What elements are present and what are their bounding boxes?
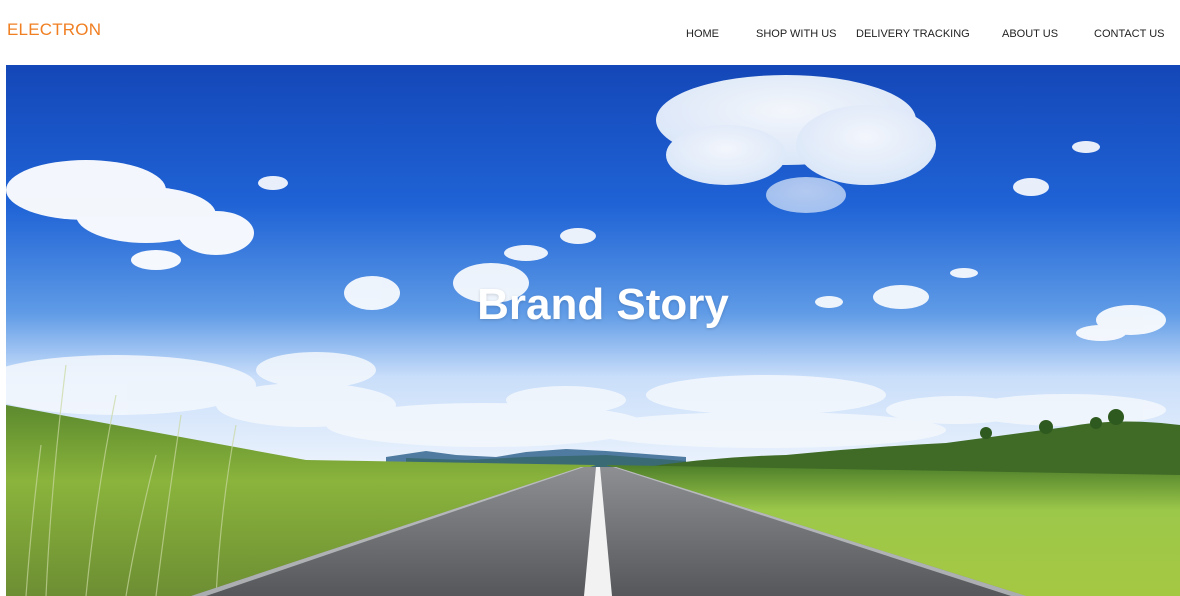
nav-contact-link[interactable]: CONTACT US <box>1094 28 1165 40</box>
hero-title: Brand Story <box>477 280 729 329</box>
nav-delivery-tracking-link[interactable]: DELIVERY TRACKING <box>856 28 970 40</box>
nav-about-link[interactable]: ABOUT US <box>1002 28 1058 40</box>
brand-logo[interactable]: ELECTRON <box>7 20 101 40</box>
hero-banner: Brand Story <box>6 65 1180 596</box>
page: ELECTRON HOME SHOP WITH US DELIVERY TRAC… <box>0 0 1180 596</box>
nav-shop-link[interactable]: SHOP WITH US <box>756 28 836 40</box>
nav-home-link[interactable]: HOME <box>686 28 719 40</box>
hero-background-image <box>6 65 1180 596</box>
site-header: ELECTRON HOME SHOP WITH US DELIVERY TRAC… <box>0 0 1180 65</box>
